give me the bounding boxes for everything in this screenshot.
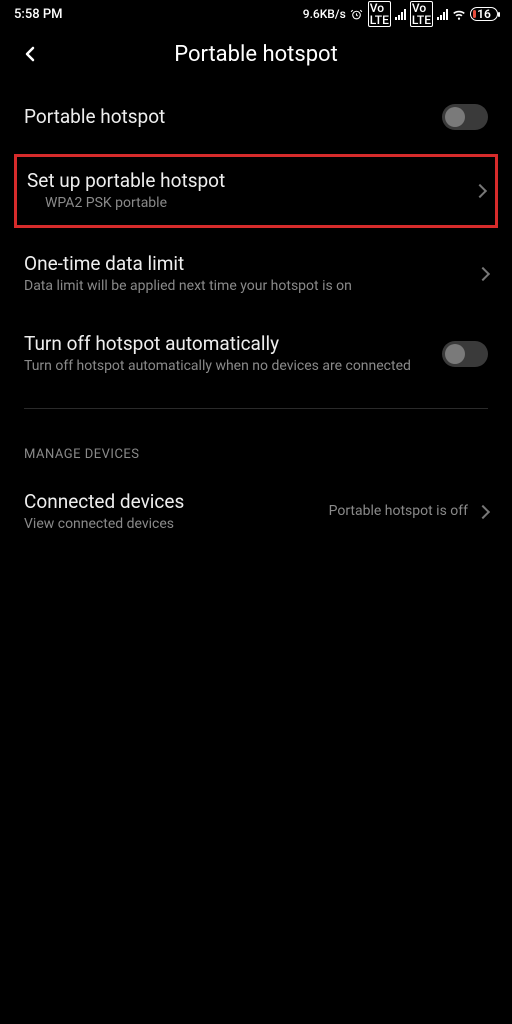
chevron-right-icon xyxy=(473,184,487,198)
section-manage-devices: MANAGE DEVICES xyxy=(0,423,512,472)
row-title: Portable hotspot xyxy=(24,105,428,128)
app-header: Portable hotspot xyxy=(0,28,512,86)
page-title: Portable hotspot xyxy=(174,42,338,67)
row-text: One-time data limit Data limit will be a… xyxy=(24,252,478,296)
row-subtitle: Turn off hotspot automatically when no d… xyxy=(24,357,428,376)
chevron-right-icon xyxy=(476,267,490,281)
chevron-right-icon xyxy=(476,505,490,519)
status-time: 5:58 PM xyxy=(14,7,63,22)
toggle-knob xyxy=(445,344,465,364)
row-setup-hotspot[interactable]: Set up portable hotspot WPA2 PSK portabl… xyxy=(14,154,498,228)
row-title: Turn off hotspot automatically xyxy=(24,332,428,355)
battery-icon: 16 xyxy=(470,7,498,21)
toggle-knob xyxy=(445,107,465,127)
status-right: 9.6KB/s VoLTE VoLTE 16 xyxy=(303,1,498,27)
row-text: Turn off hotspot automatically Turn off … xyxy=(24,332,442,376)
net-speed: 9.6KB/s xyxy=(303,7,346,21)
wifi-icon xyxy=(452,7,466,21)
row-subtitle: View connected devices xyxy=(24,515,315,534)
row-value: Portable hotspot is off xyxy=(329,502,468,521)
row-data-limit[interactable]: One-time data limit Data limit will be a… xyxy=(0,234,512,314)
row-title: Connected devices xyxy=(24,490,315,513)
divider xyxy=(24,408,488,409)
volte-icon-2: VoLTE xyxy=(410,1,433,27)
row-text: Set up portable hotspot WPA2 PSK portabl… xyxy=(27,169,475,213)
row-title: Set up portable hotspot xyxy=(27,169,461,192)
auto-off-toggle[interactable] xyxy=(442,341,488,367)
content: Portable hotspot Set up portable hotspot… xyxy=(0,86,512,552)
row-auto-off[interactable]: Turn off hotspot automatically Turn off … xyxy=(0,314,512,394)
signal-icon-2 xyxy=(437,9,448,20)
signal-icon-1 xyxy=(395,9,406,20)
row-text: Portable hotspot xyxy=(24,105,442,130)
back-button[interactable] xyxy=(18,42,42,66)
hotspot-toggle[interactable] xyxy=(442,104,488,130)
row-title: One-time data limit xyxy=(24,252,464,275)
row-text: Connected devices View connected devices xyxy=(24,490,329,534)
row-subtitle: WPA2 PSK portable xyxy=(27,194,461,213)
row-subtitle: Data limit will be applied next time you… xyxy=(24,277,464,296)
status-bar: 5:58 PM 9.6KB/s VoLTE VoLTE 16 xyxy=(0,0,512,28)
row-portable-hotspot[interactable]: Portable hotspot xyxy=(0,86,512,148)
alarm-icon xyxy=(350,7,364,21)
volte-icon: VoLTE xyxy=(368,1,391,27)
row-connected-devices[interactable]: Connected devices View connected devices… xyxy=(0,472,512,552)
